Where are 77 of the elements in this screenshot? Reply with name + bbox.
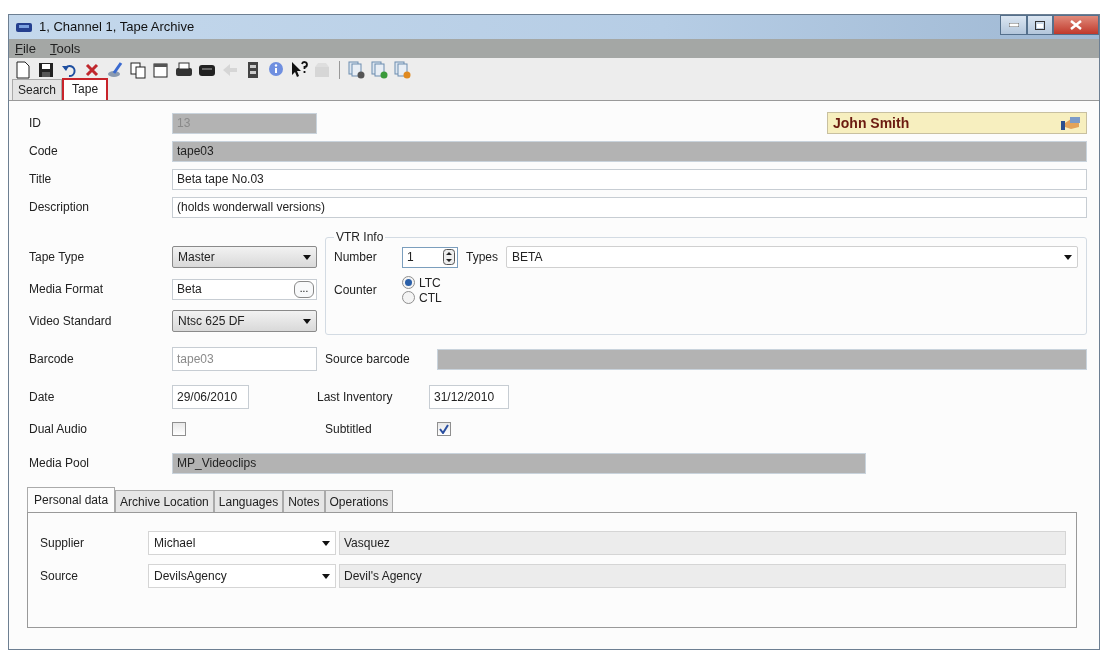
user-name: John Smith <box>833 113 910 133</box>
field-label: Description <box>28 199 91 216</box>
maximize-icon <box>1035 20 1045 30</box>
dropdown[interactable]: DevilsAgency <box>148 564 336 588</box>
minimize-button[interactable] <box>1000 15 1027 35</box>
tab[interactable]: Archive Location <box>115 490 214 513</box>
minimize-icon <box>1008 23 1019 27</box>
dropdown[interactable]: Michael <box>148 531 336 555</box>
caret-icon <box>322 540 330 546</box>
documents-icon[interactable] <box>371 60 389 79</box>
handshake-icon <box>1060 115 1082 131</box>
field-label: Source barcode <box>325 353 411 365</box>
text-field[interactable]: MP_Videoclips <box>172 452 866 474</box>
help-pointer-icon[interactable] <box>290 60 308 79</box>
field-label: Number <box>334 249 378 266</box>
field-label: Media Format <box>28 281 105 298</box>
field-label: Dual Audio <box>28 421 89 438</box>
checkbox[interactable] <box>437 422 451 436</box>
info-icon[interactable] <box>267 60 285 79</box>
video-standard-dropdown[interactable]: Ntsc 625 DF <box>172 310 317 332</box>
field-label: Date <box>28 389 56 406</box>
field-label: Video Standard <box>28 313 113 330</box>
printer-icon[interactable] <box>175 60 193 79</box>
close-button[interactable] <box>1053 15 1099 35</box>
check-icon <box>439 424 449 434</box>
source-barcode-field[interactable] <box>437 348 1087 370</box>
menu-item[interactable]: File <box>15 38 36 59</box>
radio-label: CTL <box>419 289 442 307</box>
broom-icon[interactable] <box>106 60 124 79</box>
text-field[interactable]: 29/06/2010 <box>172 385 249 409</box>
field-label: Title <box>28 171 53 188</box>
spin-arrows-icon <box>443 249 455 265</box>
group-title: VTR Info <box>335 231 385 243</box>
save-icon[interactable] <box>37 60 55 79</box>
field-label: Last Inventory <box>317 391 394 403</box>
field-label: Subtitled <box>325 423 373 435</box>
tab[interactable]: Search <box>12 79 63 100</box>
radio-button[interactable] <box>402 291 415 304</box>
field-label: Media Pool <box>28 455 91 472</box>
field-label: Types <box>466 249 498 266</box>
text-field[interactable]: Beta tape No.03 <box>172 168 1087 190</box>
radio-label: LTC <box>419 274 441 292</box>
tab[interactable]: Personal data <box>27 487 116 513</box>
caret-icon <box>303 254 311 260</box>
field-label: Barcode <box>28 351 75 368</box>
documents-icon[interactable] <box>348 60 366 79</box>
field-label: Supplier <box>40 535 86 552</box>
copy-icon[interactable] <box>129 60 147 79</box>
text-field[interactable]: 31/12/2010 <box>429 385 509 409</box>
name-field: Devil's Agency <box>339 564 1066 588</box>
menu-item[interactable]: Tools <box>49 38 81 59</box>
field-label: Tape Type <box>28 249 86 266</box>
field-label: Counter <box>334 282 378 299</box>
document-icon[interactable] <box>14 60 32 79</box>
tape-type-dropdown[interactable]: Master <box>172 246 317 268</box>
media-format-field[interactable]: Beta ... <box>172 278 317 300</box>
caret-icon <box>1064 254 1072 260</box>
radio-button[interactable] <box>402 276 415 289</box>
field-label: Source <box>40 568 80 585</box>
caret-icon <box>303 318 311 324</box>
tab[interactable]: Tape <box>62 78 109 100</box>
name-field: Vasquez <box>339 531 1066 555</box>
window-icon[interactable] <box>152 60 170 79</box>
close-icon <box>1070 20 1082 30</box>
browse-button[interactable]: ... <box>294 280 314 298</box>
field-label: Code <box>28 143 59 160</box>
tape-icon <box>15 20 33 34</box>
text-field[interactable]: tape03 <box>172 347 317 371</box>
text-field[interactable]: (holds wonderwall versions) <box>172 196 1087 218</box>
window-title: 1, Channel 1, Tape Archive <box>39 18 195 37</box>
field-label: ID <box>28 115 42 132</box>
tab[interactable]: Notes <box>283 490 325 513</box>
caret-icon <box>322 573 330 579</box>
number-spinner[interactable]: 1 <box>402 246 458 268</box>
types-dropdown[interactable]: BETA <box>506 246 1078 268</box>
maximize-button[interactable] <box>1027 15 1053 35</box>
checkbox[interactable] <box>172 422 186 436</box>
